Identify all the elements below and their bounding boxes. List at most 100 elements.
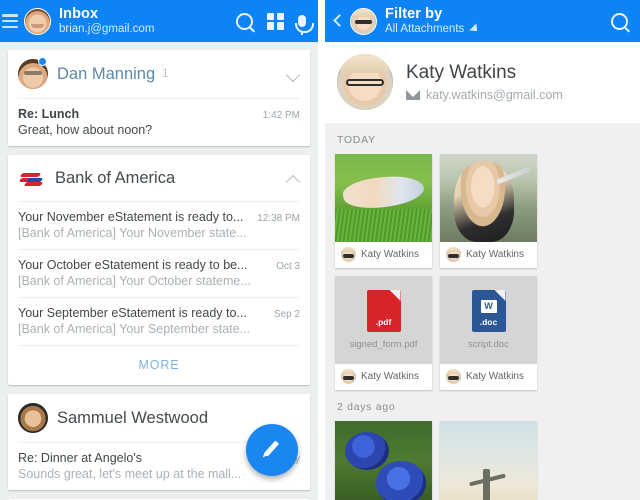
chevron-down-icon[interactable] <box>287 68 300 81</box>
grid-view-button[interactable] <box>267 12 284 30</box>
attachment-sender-name: Katy Watkins <box>466 371 524 382</box>
more-button[interactable]: MORE <box>138 358 179 372</box>
attachment-sender-name: Katy Watkins <box>361 249 419 260</box>
pdf-ext-label: .pdf <box>375 317 392 327</box>
attachment-card[interactable] <box>440 421 537 500</box>
inbox-panel: Inbox brian.j@gmail.com Dan Manning 1 Re… <box>0 0 318 500</box>
back-chevron-icon <box>332 12 344 30</box>
avatar[interactable] <box>24 7 51 35</box>
contact-email-row: katy.watkins@gmail.com <box>406 88 563 102</box>
katy-avatar-image <box>351 8 376 34</box>
search-button[interactable] <box>236 12 253 30</box>
message-snippet: [Bank of America] Your October stateme..… <box>18 274 251 288</box>
pencil-icon <box>260 438 284 462</box>
table-row[interactable]: Re: Lunch 1:42 PM Great, how about noon? <box>8 99 310 146</box>
filter-appbar-actions <box>611 12 634 30</box>
attachment-thumbnail[interactable]: W .doc script.doc <box>440 276 537 364</box>
message-snippet: Great, how about noon? <box>18 123 153 137</box>
message-header: Re: Lunch 1:42 PM <box>18 107 300 121</box>
contact-name: Katy Watkins <box>406 62 517 83</box>
more-row: MORE <box>8 346 310 385</box>
avatar <box>341 247 356 262</box>
attachment-sender-name: Katy Watkins <box>466 249 524 260</box>
search-icon <box>611 12 628 30</box>
contact-meta: Katy Watkins katy.watkins@gmail.com <box>406 62 563 102</box>
message-subject: Your October eStatement is ready to be..… <box>18 258 248 272</box>
bank-of-america-logo-icon <box>18 164 46 192</box>
table-row[interactable]: Your November eStatement is ready to... … <box>8 202 310 249</box>
attachments-panel: Filter by All Attachments Katy Watkins k… <box>325 0 640 500</box>
avatar[interactable] <box>350 7 377 35</box>
attachment-sender: Katy Watkins <box>335 364 432 390</box>
message-header: Your November eStatement is ready to... … <box>18 210 300 224</box>
table-row[interactable]: Your September eStatement is ready to...… <box>8 298 310 345</box>
contact-email: katy.watkins@gmail.com <box>426 88 563 102</box>
attachment-card[interactable]: Katy Watkins <box>440 154 537 268</box>
attachment-filename: signed_form.pdf <box>349 339 418 350</box>
pdf-icon: .pdf <box>366 290 401 332</box>
avatar[interactable] <box>337 54 393 110</box>
attachment-sender: Katy Watkins <box>440 364 537 390</box>
message-time: 1:42 PM <box>262 110 300 121</box>
photo-grass-image <box>335 154 432 242</box>
message-time: Sep 2 <box>273 309 300 320</box>
photo-sky-image <box>440 421 537 500</box>
unread-dot-badge <box>38 57 47 66</box>
back-button[interactable] <box>331 12 344 30</box>
hamburger-icon <box>2 14 18 28</box>
search-icon <box>236 12 253 30</box>
attachment-card[interactable]: Katy Watkins <box>335 154 432 268</box>
attachment-thumbnail[interactable] <box>335 421 432 500</box>
attachment-thumbnail[interactable]: .pdf signed_form.pdf <box>335 276 432 364</box>
pdf-file-preview: .pdf signed_form.pdf <box>335 276 432 364</box>
doc-ext-label: .doc <box>479 317 498 327</box>
list-item[interactable]: Bank of America Your November eStatement… <box>8 155 310 385</box>
account-email: brian.j@gmail.com <box>59 23 155 36</box>
hamburger-menu-button[interactable] <box>2 14 18 28</box>
attachment-sender: Katy Watkins <box>335 242 432 268</box>
attachment-card[interactable]: .pdf signed_form.pdf Katy Watkins <box>335 276 432 390</box>
filter-title-block: Filter by All Attachments <box>385 5 611 35</box>
sender-name: Sammuel Westwood <box>57 408 209 427</box>
attachment-card[interactable]: W .doc script.doc Katy Watkins <box>440 276 537 390</box>
envelope-icon <box>406 90 420 100</box>
filter-dropdown[interactable]: All Attachments <box>385 23 611 35</box>
contact-header: Katy Watkins katy.watkins@gmail.com <box>325 42 640 123</box>
attachment-thumbnail[interactable] <box>440 421 537 500</box>
attachment-sender: Katy Watkins <box>440 242 537 268</box>
compose-fab[interactable] <box>246 424 298 476</box>
attachment-card[interactable] <box>335 421 432 500</box>
photo-woman-image <box>440 154 537 242</box>
sender-name: Bank of America <box>55 168 176 187</box>
attachment-sender-name: Katy Watkins <box>361 371 419 382</box>
card-header[interactable]: Dan Manning 1 <box>8 50 310 98</box>
chevron-up-icon[interactable] <box>287 172 300 185</box>
attachment-grid-today: Katy Watkins Katy Watkins .pdf signed_fo… <box>325 154 640 390</box>
dropdown-triangle-icon <box>469 23 481 35</box>
inbox-appbar: Inbox brian.j@gmail.com <box>0 0 318 42</box>
list-item[interactable]: Dan Manning 1 Re: Lunch 1:42 PM Great, h… <box>8 50 310 146</box>
message-subject: Re: Dinner at Angelo's <box>18 451 142 465</box>
table-row[interactable]: Your October eStatement is ready to be..… <box>8 250 310 297</box>
filter-value: All Attachments <box>385 23 465 36</box>
attachment-filename: script.doc <box>468 339 509 350</box>
unread-count: 1 <box>162 68 169 80</box>
doc-icon: W .doc <box>471 290 506 332</box>
mic-icon <box>294 15 314 35</box>
attachment-thumbnail[interactable] <box>335 154 432 242</box>
card-header[interactable]: Bank of America <box>8 155 310 201</box>
page-title: Filter by <box>385 5 443 22</box>
message-snippet: [Bank of America] Your September state..… <box>18 322 251 336</box>
message-subject: Your September eStatement is ready to... <box>18 306 247 320</box>
message-time: Oct 3 <box>276 261 300 272</box>
search-button[interactable] <box>611 12 628 30</box>
attachment-grid-2-days-ago <box>325 421 640 500</box>
app-screen: Inbox brian.j@gmail.com Dan Manning 1 Re… <box>0 0 640 500</box>
message-subject: Re: Lunch <box>18 107 80 121</box>
voice-search-button[interactable] <box>294 15 314 35</box>
section-label-today: TODAY <box>337 134 376 146</box>
attachment-thumbnail[interactable] <box>440 154 537 242</box>
inbox-appbar-actions <box>236 12 314 35</box>
avatar[interactable] <box>18 403 48 433</box>
inbox-title-block: Inbox brian.j@gmail.com <box>59 6 236 36</box>
